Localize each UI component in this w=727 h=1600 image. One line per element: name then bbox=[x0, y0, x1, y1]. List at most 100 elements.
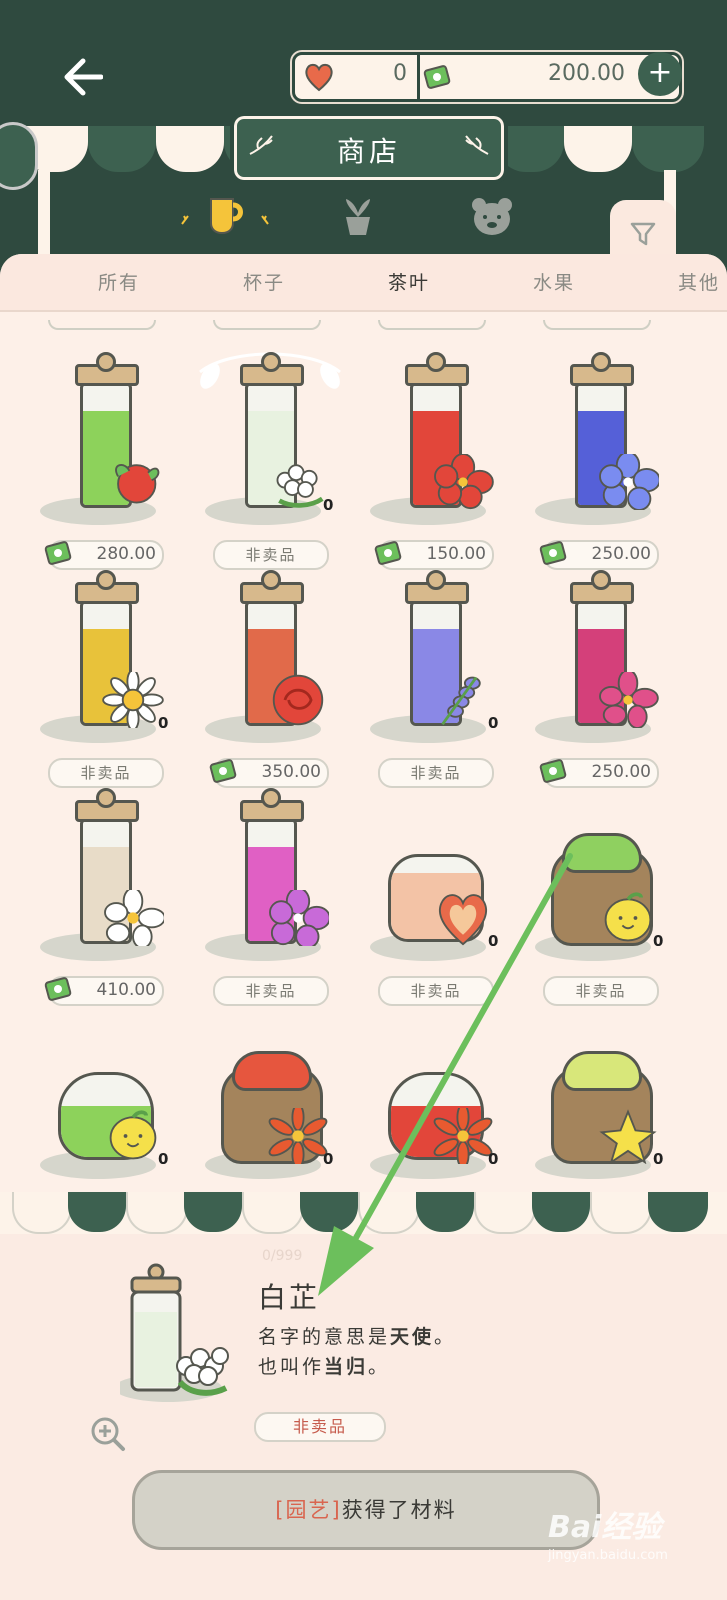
obtain-material-button[interactable]: [园艺]获得了材料 bbox=[132, 1470, 600, 1550]
tab-cups[interactable]: 杯子 bbox=[243, 268, 285, 295]
shop-item[interactable]: 250.00 bbox=[535, 352, 685, 572]
price-value: 350.00 bbox=[261, 762, 321, 782]
item-price: 410.00 bbox=[44, 976, 164, 1006]
blue-flower-icon bbox=[599, 454, 659, 510]
item-description: 名字的意思是天使。 也叫作当归。 bbox=[258, 1326, 457, 1378]
zoom-button[interactable] bbox=[90, 1416, 126, 1452]
shop-item[interactable]: 0非卖品 bbox=[40, 1026, 190, 1194]
plant-icon bbox=[346, 199, 370, 235]
hearts-count: 0 bbox=[393, 61, 407, 86]
jar-knob bbox=[96, 570, 116, 590]
purple-azalea-icon bbox=[269, 890, 329, 946]
white-plumeria-icon bbox=[104, 890, 164, 946]
tab-bar: 所有 杯子 茶叶 水果 其他 bbox=[0, 254, 727, 312]
price-value: 150.00 bbox=[426, 544, 486, 564]
shop-item[interactable]: 0非卖品 bbox=[205, 1026, 355, 1194]
item-quantity: 0 bbox=[653, 1150, 664, 1168]
price-value: 250.00 bbox=[591, 762, 651, 782]
item-stock-count: 0/999 bbox=[262, 1248, 303, 1264]
currency-display: 0 200.00 + bbox=[292, 52, 682, 102]
watermark: Bai经验 jingyan.baidu.com bbox=[548, 1502, 718, 1582]
back-button[interactable] bbox=[58, 52, 108, 102]
white-cluster-icon bbox=[276, 464, 324, 508]
red-hibiscus-icon bbox=[434, 454, 494, 510]
cash-icon bbox=[374, 541, 402, 565]
category-plant[interactable] bbox=[328, 192, 388, 242]
watermark-logo: Bai经验 bbox=[548, 1510, 662, 1545]
item-price: 250.00 bbox=[539, 540, 659, 570]
jar-knob bbox=[426, 352, 446, 372]
back-arrow-icon bbox=[64, 58, 103, 96]
item-quantity: 0 bbox=[653, 932, 664, 950]
item-status-badge: 非卖品 bbox=[254, 1412, 386, 1442]
item-name: 白芷 bbox=[258, 1281, 321, 1314]
jar-knob bbox=[261, 352, 281, 372]
shop-item[interactable]: 350.00 bbox=[205, 570, 355, 790]
cash-icon bbox=[44, 977, 72, 1001]
bottom-awning bbox=[0, 1192, 727, 1236]
pink-flower-icon bbox=[599, 672, 659, 728]
item-price: 150.00 bbox=[374, 540, 494, 570]
add-cash-button[interactable]: + bbox=[638, 52, 682, 96]
not-for-sale-badge: 非卖品 bbox=[378, 976, 494, 1006]
jar-knob bbox=[261, 570, 281, 590]
shop-item[interactable]: 0 非卖品 bbox=[535, 808, 685, 1008]
tab-fruit[interactable]: 水果 bbox=[533, 268, 575, 295]
category-cup[interactable] bbox=[194, 192, 254, 242]
item-quantity: 0 bbox=[158, 714, 169, 732]
cash-icon bbox=[539, 759, 567, 783]
zoom-icon bbox=[91, 1417, 125, 1451]
angelica-jar-icon bbox=[120, 1263, 229, 1402]
daisy-icon bbox=[102, 672, 164, 728]
tab-all[interactable]: 所有 bbox=[98, 268, 140, 295]
lemon-icon bbox=[604, 892, 652, 942]
side-menu-button[interactable] bbox=[0, 122, 38, 190]
item-price: 250.00 bbox=[539, 758, 659, 788]
shop-item[interactable]: 150.00 bbox=[370, 352, 520, 572]
item-price: 280.00 bbox=[44, 540, 164, 570]
watermark-url: jingyan.baidu.com bbox=[548, 1548, 668, 1563]
filter-icon bbox=[630, 222, 656, 246]
currency-divider bbox=[417, 55, 420, 99]
item-price: 350.00 bbox=[209, 758, 329, 788]
orange-flower-icon bbox=[268, 1108, 328, 1164]
category-bear[interactable] bbox=[462, 192, 522, 242]
lemon-icon bbox=[109, 1110, 157, 1160]
lavender-icon bbox=[441, 676, 481, 726]
leaf-icon bbox=[465, 135, 489, 155]
shop-panel: 所有 杯子 茶叶 水果 其他 280.00 0 非卖品 150.00 250.00 0 非卖… bbox=[0, 254, 727, 1194]
not-for-sale-badge: 非卖品 bbox=[543, 976, 659, 1006]
item-quantity: 0 bbox=[488, 1150, 499, 1168]
item-quantity: 0 bbox=[323, 496, 334, 514]
cash-amount: 200.00 bbox=[548, 61, 625, 86]
jar-knob bbox=[426, 570, 446, 590]
shop-item[interactable]: 0 非卖品 bbox=[370, 808, 520, 1008]
shop-item[interactable]: 250.00 bbox=[535, 570, 685, 790]
item-quantity: 0 bbox=[488, 714, 499, 732]
price-value: 410.00 bbox=[96, 980, 156, 1000]
top-bar: 0 200.00 + 商店 bbox=[0, 0, 727, 266]
shop-item[interactable]: 非卖品 bbox=[205, 788, 355, 1008]
jar-knob bbox=[261, 788, 281, 808]
tab-other[interactable]: 其他 bbox=[678, 268, 720, 295]
red-rose-icon bbox=[272, 674, 324, 726]
shop-item[interactable]: 410.00 bbox=[40, 788, 190, 1008]
shop-item[interactable]: 0非卖品 bbox=[535, 1026, 685, 1194]
awning-post-left bbox=[38, 170, 50, 260]
jar-knob bbox=[591, 352, 611, 372]
bear-icon bbox=[472, 198, 512, 235]
shop-item[interactable]: 0 非卖品 bbox=[205, 352, 355, 572]
item-quantity: 0 bbox=[323, 1150, 334, 1168]
not-for-sale-badge: 非卖品 bbox=[48, 758, 164, 788]
shop-item[interactable]: 0非卖品 bbox=[370, 570, 520, 790]
orange-flower-icon bbox=[433, 1108, 493, 1164]
shop-item[interactable]: 0非卖品 bbox=[370, 1026, 520, 1194]
shop-item[interactable]: 0 非卖品 bbox=[40, 570, 190, 790]
not-for-sale-badge: 非卖品 bbox=[213, 540, 329, 570]
tab-tea[interactable]: 茶叶 bbox=[388, 268, 430, 295]
not-for-sale-badge: 非卖品 bbox=[213, 976, 329, 1006]
item-quantity: 0 bbox=[488, 932, 499, 950]
star-fruit-icon bbox=[599, 1109, 657, 1164]
cash-icon bbox=[209, 759, 237, 783]
shop-item[interactable]: 280.00 bbox=[40, 352, 190, 572]
